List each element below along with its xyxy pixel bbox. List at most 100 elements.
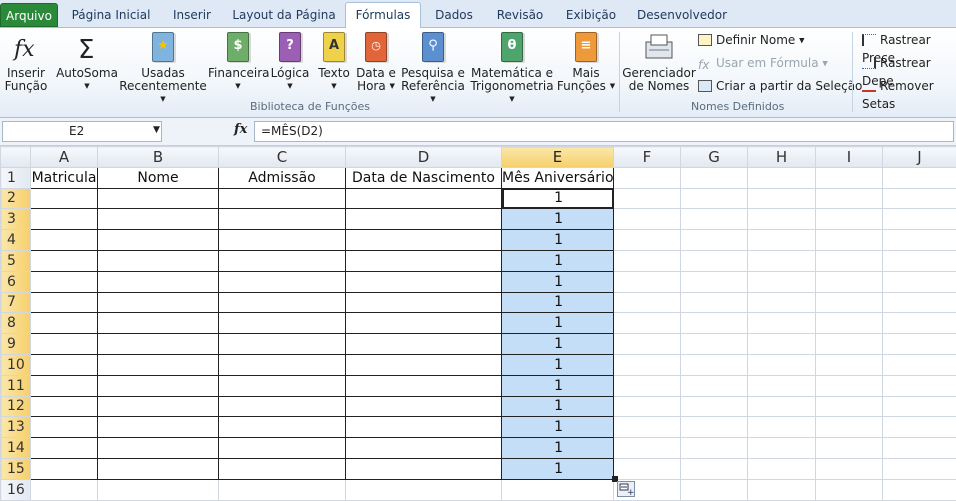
data-cell[interactable]: [219, 209, 346, 230]
cell[interactable]: [681, 375, 748, 396]
data-cell[interactable]: [219, 458, 346, 479]
tab-desenvolvedor[interactable]: Desenvolvedor: [632, 4, 732, 26]
cell[interactable]: [748, 438, 816, 459]
cell[interactable]: [816, 479, 883, 500]
mes-aniversario-cell[interactable]: 1: [502, 334, 614, 355]
financial-button[interactable]: $ Financeira ▼: [208, 30, 268, 93]
data-cell[interactable]: [31, 230, 98, 251]
mes-aniversario-cell[interactable]: 1: [502, 250, 614, 271]
column-header-h[interactable]: H: [748, 147, 816, 168]
data-cell[interactable]: [98, 313, 219, 334]
cell[interactable]: [681, 313, 748, 334]
data-cell[interactable]: [346, 250, 502, 271]
data-cell[interactable]: [98, 209, 219, 230]
row-header[interactable]: 6: [1, 271, 31, 292]
cell[interactable]: [816, 271, 883, 292]
math-trig-button[interactable]: θ Matemática e Trigonometria ▼: [468, 30, 556, 106]
data-cell[interactable]: [219, 188, 346, 209]
name-manager-button[interactable]: Gerenciador de Nomes: [622, 30, 696, 93]
row-header[interactable]: 14: [1, 438, 31, 459]
tab-revisao[interactable]: Revisão: [490, 4, 550, 26]
cell[interactable]: [883, 375, 956, 396]
row-header[interactable]: 7: [1, 292, 31, 313]
column-header-f[interactable]: F: [614, 147, 681, 168]
cell[interactable]: [614, 334, 681, 355]
data-cell[interactable]: [346, 209, 502, 230]
row-header[interactable]: 8: [1, 313, 31, 334]
cell[interactable]: [816, 396, 883, 417]
data-cell[interactable]: [219, 354, 346, 375]
header-cell-matricula[interactable]: Matricula: [31, 167, 98, 188]
data-cell[interactable]: [98, 354, 219, 375]
cell[interactable]: [614, 396, 681, 417]
cell[interactable]: [748, 167, 816, 188]
cell[interactable]: [816, 188, 883, 209]
header-cell-admissao[interactable]: Admissão: [219, 167, 346, 188]
mes-aniversario-cell[interactable]: 1: [502, 292, 614, 313]
row-header[interactable]: 10: [1, 354, 31, 375]
cell[interactable]: [681, 209, 748, 230]
data-cell[interactable]: [31, 188, 98, 209]
cell[interactable]: [681, 230, 748, 251]
active-cell-e2[interactable]: 1: [502, 188, 614, 209]
data-cell[interactable]: [219, 313, 346, 334]
column-header-i[interactable]: I: [816, 147, 883, 168]
mes-aniversario-cell[interactable]: 1: [502, 396, 614, 417]
mes-aniversario-cell[interactable]: 1: [502, 458, 614, 479]
cell[interactable]: [681, 354, 748, 375]
data-cell[interactable]: [98, 417, 219, 438]
row-header[interactable]: 11: [1, 375, 31, 396]
cell[interactable]: [816, 230, 883, 251]
create-from-selection-button[interactable]: Criar a partir da Seleção: [698, 77, 862, 95]
data-cell[interactable]: [346, 458, 502, 479]
cell[interactable]: [614, 438, 681, 459]
data-cell[interactable]: [31, 250, 98, 271]
cell[interactable]: [883, 167, 956, 188]
data-cell[interactable]: [346, 438, 502, 459]
mes-aniversario-cell[interactable]: 1: [502, 417, 614, 438]
cell[interactable]: [681, 167, 748, 188]
cell[interactable]: [681, 292, 748, 313]
mes-aniversario-cell[interactable]: 1: [502, 375, 614, 396]
more-functions-button[interactable]: ≡ Mais Funções ▼: [556, 30, 616, 93]
cell[interactable]: [614, 354, 681, 375]
header-cell-nome[interactable]: Nome: [98, 167, 219, 188]
lookup-reference-button[interactable]: ⚲ Pesquisa e Referência ▼: [398, 30, 468, 106]
cell[interactable]: [681, 458, 748, 479]
tab-pagina-inicial[interactable]: Página Inicial: [66, 4, 156, 26]
data-cell[interactable]: [98, 375, 219, 396]
cell[interactable]: [883, 292, 956, 313]
column-header-b[interactable]: B: [98, 147, 219, 168]
cell[interactable]: [883, 354, 956, 375]
cell[interactable]: [816, 458, 883, 479]
cell[interactable]: [614, 209, 681, 230]
cell[interactable]: [883, 250, 956, 271]
row-header[interactable]: 4: [1, 230, 31, 251]
column-header-j[interactable]: J: [883, 147, 956, 168]
cell[interactable]: [681, 250, 748, 271]
cell[interactable]: [681, 271, 748, 292]
use-in-formula-button[interactable]: fxUsar em Fórmula ▼: [698, 54, 828, 72]
data-cell[interactable]: [31, 292, 98, 313]
data-cell[interactable]: [219, 271, 346, 292]
tab-inserir[interactable]: Inserir: [163, 4, 221, 26]
row-header[interactable]: 16: [1, 479, 31, 500]
cell[interactable]: [346, 479, 502, 500]
cell[interactable]: [681, 479, 748, 500]
cell[interactable]: [98, 479, 219, 500]
tab-formulas[interactable]: Fórmulas: [345, 2, 421, 29]
data-cell[interactable]: [98, 396, 219, 417]
cell[interactable]: [748, 334, 816, 355]
insert-function-fx-icon[interactable]: fx: [234, 122, 247, 137]
insert-function-button[interactable]: fx Inserir Função: [2, 30, 50, 93]
tab-layout-da-pagina[interactable]: Layout da Página: [228, 4, 340, 26]
data-cell[interactable]: [98, 271, 219, 292]
column-header-c[interactable]: C: [219, 147, 346, 168]
cell[interactable]: [748, 250, 816, 271]
cell[interactable]: [219, 479, 346, 500]
data-cell[interactable]: [219, 417, 346, 438]
data-cell[interactable]: [31, 438, 98, 459]
data-cell[interactable]: [346, 396, 502, 417]
auto-fill-options-icon[interactable]: +: [617, 481, 635, 497]
data-cell[interactable]: [98, 458, 219, 479]
